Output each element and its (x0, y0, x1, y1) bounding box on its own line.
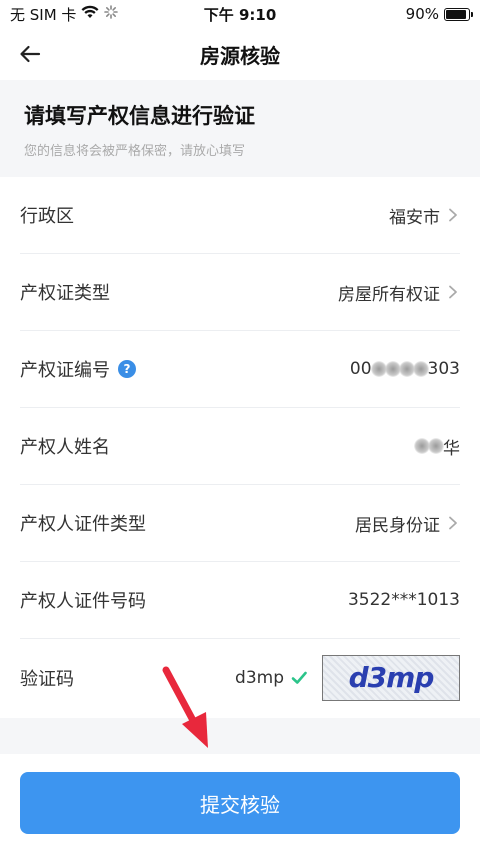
owner-name-row[interactable]: 产权人姓名 华 (20, 408, 460, 485)
district-value: 福安市 (389, 207, 440, 228)
nav-bar: 房源核验 (0, 28, 480, 80)
cert-type-value-group: 房屋所有权证 (338, 280, 460, 305)
help-icon[interactable]: ? (118, 360, 136, 378)
owner-name-suffix: 华 (443, 438, 460, 459)
redacted-mark (428, 438, 444, 454)
status-right: 90% (405, 5, 473, 23)
captcha-row: 验证码 d3mp d3mp (20, 639, 460, 716)
loading-spinner-icon (104, 5, 119, 23)
arrow-left-icon (20, 45, 41, 63)
captcha-label: 验证码 (20, 668, 74, 690)
district-value-group: 福安市 (389, 203, 460, 228)
property-form: 行政区 福安市 产权证类型 房屋所有权证 产权证编号 ? 00 303 产权人姓… (0, 177, 480, 716)
chevron-right-icon (446, 285, 460, 299)
back-button[interactable] (14, 38, 46, 70)
id-type-value-group: 居民身份证 (355, 511, 460, 536)
cert-number-suffix: 303 (427, 359, 460, 379)
status-left: 无 SIM 卡 (10, 4, 119, 25)
intro-title: 请填写产权信息进行验证 (24, 104, 255, 128)
cert-type-row[interactable]: 产权证类型 房屋所有权证 (20, 254, 460, 331)
intro-subtitle: 您的信息将会被严格保密，请放心填写 (24, 144, 246, 159)
id-number-row[interactable]: 产权人证件号码 3522***1013 (20, 562, 460, 639)
check-icon (290, 669, 308, 687)
redacted-mark (412, 361, 429, 377)
id-number-value: 3522***1013 (347, 590, 460, 610)
carrier-text: 无 SIM 卡 (10, 5, 77, 24)
captcha-image[interactable]: d3mp (322, 654, 460, 701)
cert-number-label: 产权证编号 (20, 360, 110, 381)
cert-number-value: 00 303 (350, 359, 460, 379)
id-type-row[interactable]: 产权人证件类型 居民身份证 (20, 485, 460, 562)
id-type-value: 居民身份证 (355, 515, 440, 536)
captcha-input[interactable]: d3mp (235, 668, 284, 688)
captcha-image-text: d3mp (348, 661, 435, 694)
captcha-group: d3mp d3mp (235, 654, 460, 701)
chevron-right-icon (446, 516, 460, 530)
chevron-right-icon (446, 208, 460, 222)
cert-number-row[interactable]: 产权证编号 ? 00 303 (20, 331, 460, 408)
wifi-icon (81, 5, 99, 23)
submit-verify-button[interactable]: 提交核验 (20, 772, 460, 834)
battery-icon (444, 7, 473, 21)
status-bar: 无 SIM 卡 下午 9:10 90% (0, 0, 480, 28)
district-label: 行政区 (20, 206, 74, 227)
battery-percent: 90% (405, 5, 439, 23)
cert-number-prefix: 00 (349, 359, 372, 379)
district-row[interactable]: 行政区 福安市 (20, 177, 460, 254)
id-type-label: 产权人证件类型 (20, 514, 146, 535)
cert-type-value: 房屋所有权证 (338, 284, 440, 305)
bottom-divider-band (0, 718, 480, 754)
owner-name-label: 产权人姓名 (20, 437, 110, 458)
cert-number-label-group: 产权证编号 ? (20, 356, 136, 382)
id-number-label: 产权人证件号码 (20, 591, 146, 612)
owner-name-value: 华 (414, 434, 460, 459)
page-title: 房源核验 (200, 43, 280, 68)
intro-panel: 请填写产权信息进行验证 您的信息将会被严格保密，请放心填写 (0, 80, 480, 177)
cert-type-label: 产权证类型 (20, 283, 110, 304)
